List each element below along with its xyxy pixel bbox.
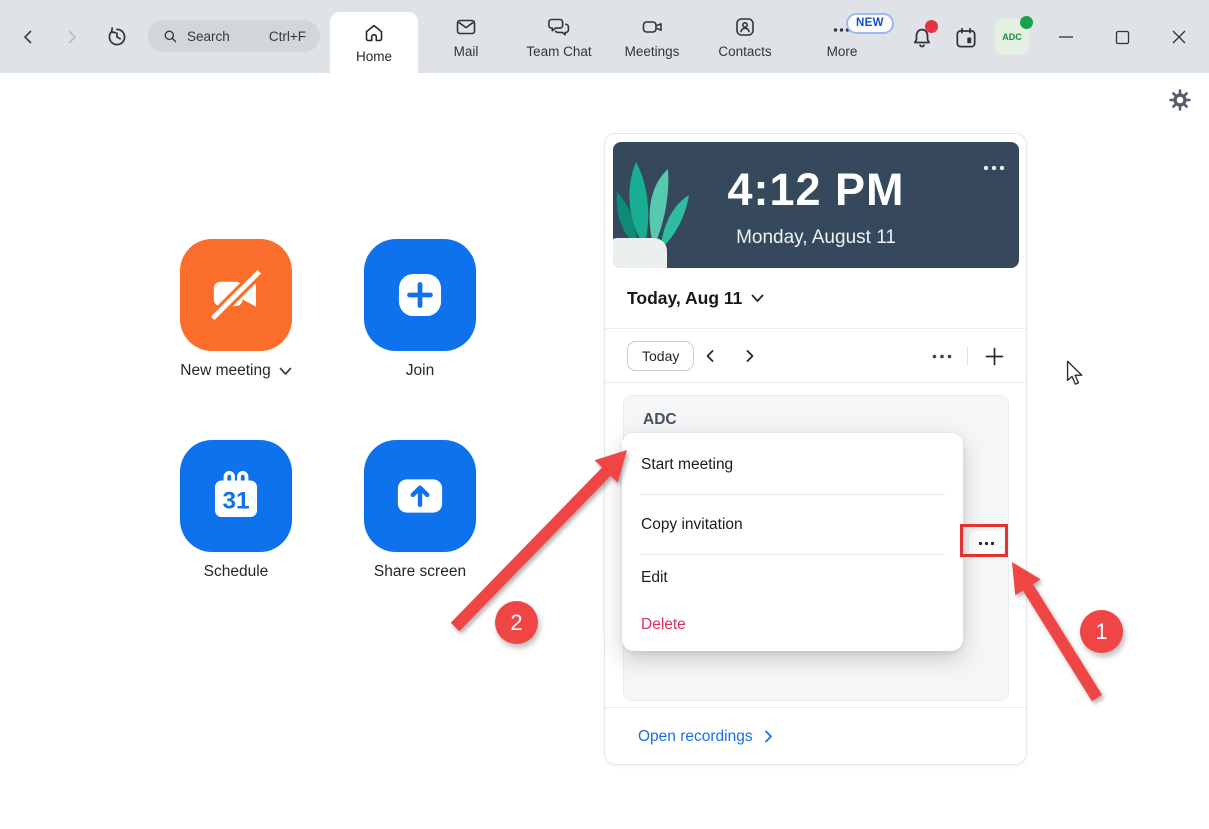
maximize-button[interactable] xyxy=(1102,17,1142,57)
new-meeting-label[interactable]: New meeting xyxy=(131,362,341,380)
schedule-button[interactable]: 31 xyxy=(180,440,292,552)
menu-item-start-meeting[interactable]: Start meeting xyxy=(622,435,963,494)
today-button[interactable]: Today xyxy=(627,341,695,371)
tab-more-label-spacer: Contacts xyxy=(718,43,772,59)
menu-item-edit[interactable]: Edit xyxy=(622,555,963,601)
meeting-context-menu: Start meeting Copy invitation Edit Delet… xyxy=(622,433,963,651)
tab-team-chat[interactable]: Team Chat xyxy=(515,0,603,73)
title-bar: Search Ctrl+F Home Mail Team Chat Meetin… xyxy=(0,0,1209,73)
close-icon xyxy=(1172,30,1186,44)
tab-contacts[interactable]: Contacts xyxy=(701,0,789,73)
calendar-icon xyxy=(956,27,976,48)
zoom-app-window: Search Ctrl+F Home Mail Team Chat Meetin… xyxy=(0,0,1209,829)
prev-day-button[interactable] xyxy=(698,344,722,368)
minimize-icon xyxy=(1059,36,1073,38)
toolbar-separator xyxy=(967,346,968,366)
annotation-step-1: 1 xyxy=(1080,610,1123,653)
annotation-arrow-2 xyxy=(450,450,627,632)
team-chat-icon xyxy=(548,18,570,36)
video-off-icon xyxy=(210,269,262,321)
calendar-button[interactable] xyxy=(950,22,982,54)
date-header-dropdown[interactable]: Today, Aug 11 xyxy=(605,268,1026,329)
date-header-label: Today, Aug 11 xyxy=(627,287,743,308)
tab-meetings-label: Meetings xyxy=(624,43,680,59)
avatar-label: ADC xyxy=(1002,32,1022,42)
open-recordings-link[interactable]: Open recordings xyxy=(605,707,1026,765)
new-badge: NEW xyxy=(846,13,894,34)
tab-mail-label: Mail xyxy=(453,43,479,59)
notifications-button[interactable] xyxy=(906,20,938,54)
tab-more-label: More xyxy=(826,43,858,59)
chevron-right-icon xyxy=(746,350,754,362)
history-button[interactable] xyxy=(102,22,132,52)
ellipsis-icon xyxy=(983,165,1005,171)
chevron-left-icon xyxy=(24,30,32,44)
search-input[interactable]: Search Ctrl+F xyxy=(148,20,320,52)
chevron-right-icon xyxy=(764,730,772,743)
share-screen-label[interactable]: Share screen xyxy=(315,563,525,581)
gear-icon xyxy=(1169,89,1191,111)
menu-item-delete[interactable]: Delete xyxy=(622,601,963,649)
share-screen-icon xyxy=(397,479,443,513)
chevron-down-icon xyxy=(279,367,292,375)
new-meeting-text: New meeting xyxy=(180,362,271,379)
tab-more[interactable]: More xyxy=(798,0,886,73)
search-placeholder: Search xyxy=(187,28,230,44)
clock-more-button[interactable] xyxy=(983,158,1005,176)
share-screen-button[interactable] xyxy=(364,440,476,552)
schedule-text: Schedule xyxy=(203,563,269,580)
menu-item-copy-invitation[interactable]: Copy invitation xyxy=(622,495,963,554)
next-day-button[interactable] xyxy=(738,344,762,368)
clock-card: 4:12 PM Monday, August 11 xyxy=(613,142,1019,268)
back-button[interactable] xyxy=(13,22,43,52)
search-icon xyxy=(164,30,177,42)
profile-avatar[interactable]: ADC xyxy=(994,16,1033,55)
join-button[interactable] xyxy=(364,239,476,351)
presence-dot xyxy=(1020,16,1033,29)
step-1-number: 1 xyxy=(1095,618,1108,644)
tab-team-chat-label: Team Chat xyxy=(526,43,592,59)
chevron-down-icon xyxy=(751,294,764,302)
home-side-panel: 4:12 PM Monday, August 11 Today, Aug 11 … xyxy=(604,133,1027,765)
home-icon xyxy=(365,24,383,42)
calendar-31-icon: 31 xyxy=(214,471,258,518)
clock-date: Monday, August 11 xyxy=(736,227,896,248)
annotation-highlight-rect xyxy=(960,524,1008,557)
plus-icon xyxy=(985,347,1003,365)
contacts-icon xyxy=(736,17,754,36)
minimize-button[interactable] xyxy=(1046,17,1086,57)
calendar-toolbar: Today xyxy=(605,329,1026,383)
maximize-icon xyxy=(1115,30,1129,44)
search-shortcut: Ctrl+F xyxy=(268,28,306,44)
toolbar-more-button[interactable] xyxy=(930,344,954,368)
mouse-cursor xyxy=(1066,360,1083,385)
chevron-right-icon xyxy=(68,30,76,44)
schedule-day-text: 31 xyxy=(222,488,249,515)
schedule-label[interactable]: Schedule xyxy=(131,563,341,581)
join-text: Join xyxy=(405,362,435,379)
mail-icon xyxy=(456,19,476,34)
annotation-step-2: 2 xyxy=(495,601,538,644)
tab-home[interactable]: Home xyxy=(330,12,418,73)
add-meeting-button[interactable] xyxy=(982,344,1006,368)
meetings-icon xyxy=(642,20,662,33)
join-plus-icon xyxy=(398,273,442,317)
tab-meetings[interactable]: Meetings xyxy=(608,0,696,73)
new-meeting-button[interactable] xyxy=(180,239,292,351)
clock-time: 4:12 PM xyxy=(727,164,905,215)
close-button[interactable] xyxy=(1159,17,1199,57)
forward-button[interactable] xyxy=(57,22,87,52)
meeting-title: ADC xyxy=(643,411,677,428)
open-recordings-label: Open recordings xyxy=(638,727,753,745)
share-screen-text: Share screen xyxy=(373,563,467,580)
settings-button[interactable] xyxy=(1168,88,1192,112)
notification-dot xyxy=(925,20,938,33)
join-label[interactable]: Join xyxy=(315,362,525,380)
tab-mail[interactable]: Mail xyxy=(422,0,510,73)
ellipsis-icon xyxy=(932,354,952,358)
history-icon xyxy=(108,27,126,46)
step-2-number: 2 xyxy=(510,609,523,635)
tab-home-label: Home xyxy=(355,49,392,64)
chevron-left-icon xyxy=(706,350,714,362)
